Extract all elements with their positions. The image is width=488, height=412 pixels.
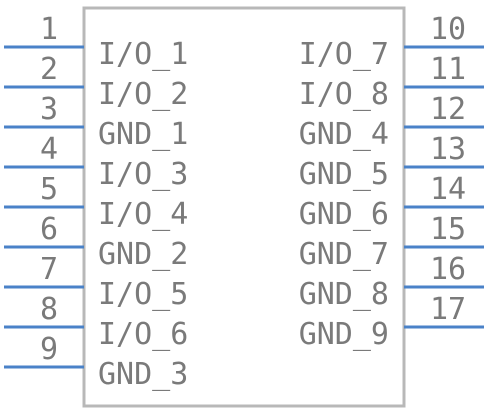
component-symbol: 1 I/O_1 2 I/O_2 3 GND_1 4 I/O_3 5 I/O_4 6 GND_2 7 I/O… [4, 6, 484, 408]
pin-number: 3 [40, 92, 58, 127]
pin-number: 8 [40, 292, 58, 327]
pin-number: 7 [40, 252, 58, 287]
pin-number: 2 [40, 52, 58, 87]
pin-number: 15 [430, 212, 466, 247]
pin-number: 11 [430, 52, 466, 87]
pin-name: GND_4 [299, 117, 389, 152]
pin-number: 6 [40, 212, 58, 247]
pin-name: I/O_3 [98, 157, 188, 192]
pin-name: GND_9 [299, 317, 389, 352]
pin-number: 10 [430, 12, 466, 47]
pin-name: I/O_7 [299, 37, 389, 72]
pin-name: GND_7 [299, 237, 389, 272]
pin-name: I/O_4 [98, 197, 188, 232]
pin-number: 5 [40, 172, 58, 207]
pin-number: 16 [430, 252, 466, 287]
pin-number: 1 [40, 12, 58, 47]
pin-name: GND_6 [299, 197, 389, 232]
pin-number: 14 [430, 172, 466, 207]
pin-name: I/O_2 [98, 77, 188, 112]
pin-name: GND_3 [98, 357, 188, 392]
pin-name: GND_1 [98, 117, 188, 152]
pin-number: 17 [430, 292, 466, 327]
pin-name: I/O_1 [98, 37, 188, 72]
pin-number: 13 [430, 132, 466, 167]
pin-name: I/O_8 [299, 77, 389, 112]
pin-name: GND_5 [299, 157, 389, 192]
pin-number: 9 [40, 332, 58, 367]
pin-name: GND_2 [98, 237, 188, 272]
pin-number: 12 [430, 92, 466, 127]
pin-name: I/O_5 [98, 277, 188, 312]
pin-name: I/O_6 [98, 317, 188, 352]
pin-name: GND_8 [299, 277, 389, 312]
pin-number: 4 [40, 132, 58, 167]
